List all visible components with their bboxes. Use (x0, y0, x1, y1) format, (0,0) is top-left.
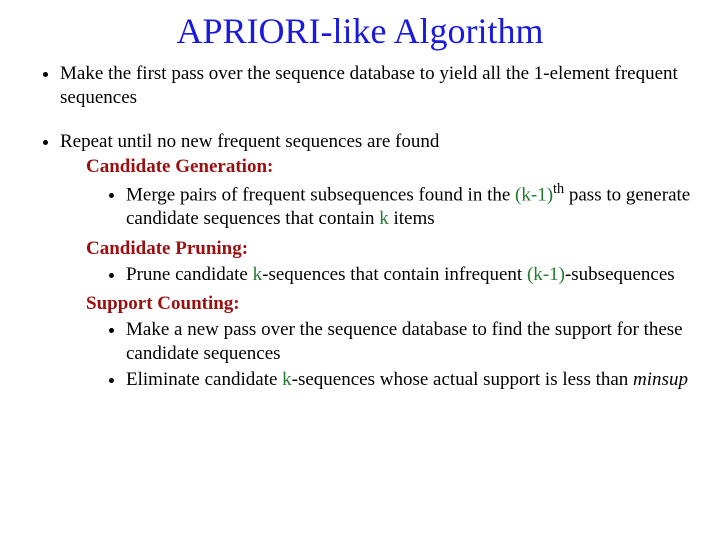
section-candidate-pruning: Candidate Pruning: Prune candidate k-seq… (86, 237, 692, 287)
bullet-repeat: Repeat until no new frequent sequences a… (60, 130, 692, 392)
section-support-counting: Support Counting: Make a new pass over t… (86, 292, 692, 391)
sublist-cand-gen: Merge pairs of frequent subsequences fou… (106, 181, 692, 231)
section-candidate-generation: Candidate Generation: Merge pairs of fre… (86, 155, 692, 231)
k-minus-1-prune: (k-1) (527, 264, 565, 285)
k-minus-1: (k-1) (515, 184, 553, 205)
k-elim: k (282, 369, 292, 390)
sup-count-item-1: Make a new pass over the sequence databa… (126, 318, 692, 366)
cand-prune-item: Prune candidate k-sequences that contain… (126, 263, 692, 287)
slide-title: APRIORI-like Algorithm (28, 10, 692, 52)
heading-candidate-generation: Candidate Generation: (86, 156, 273, 177)
k-seq: k (253, 264, 263, 285)
th-superscript: th (553, 181, 564, 197)
sublist-sup-count: Make a new pass over the sequence databa… (106, 318, 692, 391)
cand-gen-item: Merge pairs of frequent subsequences fou… (126, 181, 692, 231)
k-items: k (379, 208, 389, 229)
bullet-first-pass: Make the first pass over the sequence da… (60, 62, 692, 110)
sup-count-item-2: Eliminate candidate k-sequences whose ac… (126, 368, 692, 392)
heading-candidate-pruning: Candidate Pruning: (86, 238, 248, 259)
heading-support-counting: Support Counting: (86, 293, 240, 314)
sublist-cand-prune: Prune candidate k-sequences that contain… (106, 263, 692, 287)
slide: APRIORI-like Algorithm Make the first pa… (0, 0, 720, 540)
minsup: minsup (633, 369, 688, 390)
bullet-repeat-text: Repeat until no new frequent sequences a… (60, 131, 439, 152)
bullet-list: Make the first pass over the sequence da… (38, 62, 692, 391)
